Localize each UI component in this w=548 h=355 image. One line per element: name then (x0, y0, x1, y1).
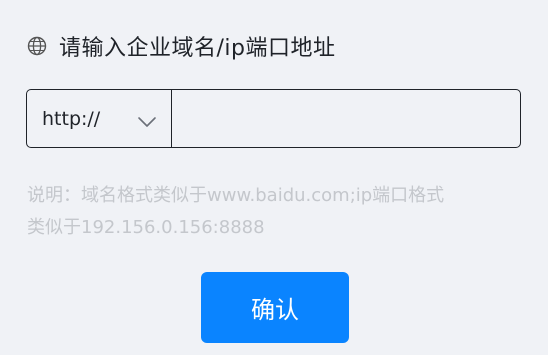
hint-line-2: 类似于192.156.0.156:8888 (27, 217, 265, 238)
address-input-group: http:// (26, 89, 521, 148)
domain-input[interactable] (172, 90, 520, 147)
page-header: 请输入企业域名/ip端口地址 (27, 29, 336, 63)
format-hint: 说明：域名格式类似于www.baidu.com;ip端口格式 类似于192.15… (27, 180, 527, 244)
page-title: 请输入企业域名/ip端口地址 (59, 36, 336, 61)
confirm-button[interactable]: 确认 (201, 272, 349, 343)
protocol-select[interactable]: http:// (27, 90, 172, 147)
hint-line-1: 说明：域名格式类似于www.baidu.com;ip端口格式 (27, 185, 445, 206)
globe-icon (27, 36, 47, 56)
chevron-down-icon (137, 113, 157, 127)
protocol-selected-value: http:// (42, 107, 101, 130)
